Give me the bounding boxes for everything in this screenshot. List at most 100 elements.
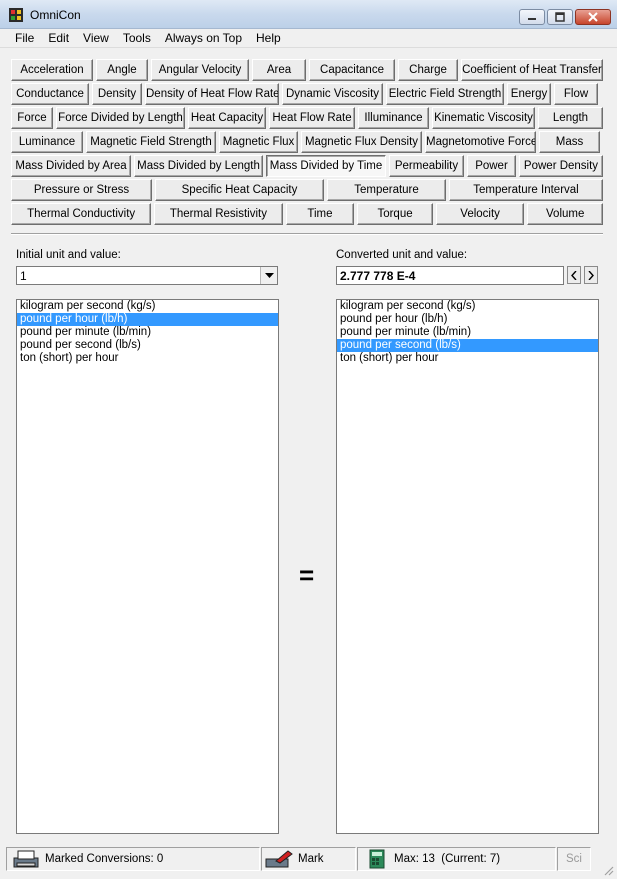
precision-decrease-button[interactable] xyxy=(567,266,581,284)
category-electric-field-button[interactable]: Electric Field Strength xyxy=(386,83,504,105)
mark-label: Mark xyxy=(298,853,324,865)
initial-value-combo[interactable]: 1 xyxy=(16,266,278,285)
category-dynamic-viscosity-button[interactable]: Dynamic Viscosity xyxy=(282,83,383,105)
initial-unit-item[interactable]: pound per minute (lb/min) xyxy=(17,326,278,339)
precision-increase-button[interactable] xyxy=(584,266,598,284)
precision-panel: Max: 13 (Current: 7) xyxy=(357,847,556,871)
app-icon xyxy=(9,8,23,22)
category-angular-velocity-button[interactable]: Angular Velocity xyxy=(151,59,249,81)
initial-unit-list[interactable]: kilogram per second (kg/s) pound per hou… xyxy=(16,299,279,834)
category-length-button[interactable]: Length xyxy=(538,107,603,129)
converted-unit-item[interactable]: pound per minute (lb/min) xyxy=(337,326,598,339)
category-time-button[interactable]: Time xyxy=(285,203,355,225)
category-row: Luminance Magnetic Field Strength Magnet… xyxy=(11,131,603,153)
category-temperature-button[interactable]: Temperature xyxy=(327,179,446,201)
category-heat-flow-rate-button[interactable]: Heat Flow Rate xyxy=(269,107,355,129)
category-row: Conductance Density Density of Heat Flow… xyxy=(11,83,603,105)
category-row: Force Force Divided by Length Heat Capac… xyxy=(11,107,603,129)
converted-unit-list[interactable]: kilogram per second (kg/s) pound per hou… xyxy=(336,299,599,834)
category-acceleration-button[interactable]: Acceleration xyxy=(11,59,93,81)
menu-help[interactable]: Help xyxy=(249,29,288,47)
menu-always-on-top[interactable]: Always on Top xyxy=(158,29,249,47)
status-bar: Marked Conversions: 0 Mark Max: 13 (Curr… xyxy=(0,845,617,879)
category-mass-length-button[interactable]: Mass Divided by Length xyxy=(134,155,263,177)
category-pressure-button[interactable]: Pressure or Stress xyxy=(11,179,152,201)
category-power-button[interactable]: Power xyxy=(467,155,516,177)
combo-dropdown-button[interactable] xyxy=(260,267,277,284)
category-row: Pressure or Stress Specific Heat Capacit… xyxy=(11,179,603,201)
initial-value[interactable]: 1 xyxy=(20,269,27,283)
category-force-length-button[interactable]: Force Divided by Length xyxy=(56,107,185,129)
marked-conversions-panel[interactable]: Marked Conversions: 0 xyxy=(6,847,260,871)
converted-unit-item[interactable]: pound per hour (lb/h) xyxy=(337,313,598,326)
category-magnetic-flux-density-button[interactable]: Magnetic Flux Density xyxy=(301,131,422,153)
category-capacitance-button[interactable]: Capacitance xyxy=(309,59,395,81)
initial-unit-item[interactable]: kilogram per second (kg/s) xyxy=(17,300,278,313)
marker-icon xyxy=(265,850,293,868)
calculator-icon xyxy=(369,849,385,869)
category-volume-button[interactable]: Volume xyxy=(527,203,603,225)
category-thermal-conductivity-button[interactable]: Thermal Conductivity xyxy=(11,203,152,225)
category-mass-time-button[interactable]: Mass Divided by Time xyxy=(266,155,386,177)
category-illuminance-button[interactable]: Illuminance xyxy=(358,107,429,129)
category-charge-button[interactable]: Charge xyxy=(398,59,458,81)
chevron-down-icon xyxy=(264,272,274,278)
resize-grip-icon[interactable] xyxy=(602,864,614,876)
category-velocity-button[interactable]: Velocity xyxy=(435,203,525,225)
minimize-button[interactable] xyxy=(519,9,545,25)
category-conductance-button[interactable]: Conductance xyxy=(11,83,89,105)
category-specific-heat-button[interactable]: Specific Heat Capacity xyxy=(155,179,324,201)
separator xyxy=(11,233,603,235)
category-energy-button[interactable]: Energy xyxy=(507,83,551,105)
converted-value-box[interactable]: 2.777 778 E-4 xyxy=(336,266,564,285)
category-kinematic-viscosity-button[interactable]: Kinematic Viscosity xyxy=(432,107,535,129)
category-luminance-button[interactable]: Luminance xyxy=(11,131,83,153)
category-magnetic-field-button[interactable]: Magnetic Field Strength xyxy=(86,131,216,153)
category-power-density-button[interactable]: Power Density xyxy=(519,155,603,177)
category-torque-button[interactable]: Torque xyxy=(357,203,433,225)
minimize-icon xyxy=(528,18,536,20)
menu-view[interactable]: View xyxy=(76,29,116,47)
category-magnetomotive-force-button[interactable]: Magnetomotive Force xyxy=(425,131,536,153)
category-temperature-interval-button[interactable]: Temperature Interval xyxy=(449,179,603,201)
category-row: Thermal Conductivity Thermal Resistivity… xyxy=(11,203,603,225)
category-heat-capacity-button[interactable]: Heat Capacity xyxy=(188,107,266,129)
close-icon xyxy=(588,12,598,22)
category-thermal-resistivity-button[interactable]: Thermal Resistivity xyxy=(154,203,283,225)
equals-sign: = xyxy=(299,560,315,590)
printer-icon xyxy=(13,850,39,868)
initial-unit-item[interactable]: ton (short) per hour xyxy=(17,352,278,365)
converted-value[interactable]: 2.777 778 E-4 xyxy=(340,269,415,283)
category-density-heat-flow-button[interactable]: Density of Heat Flow Rate xyxy=(145,83,279,105)
window-title: OmniCon xyxy=(30,8,81,22)
category-density-button[interactable]: Density xyxy=(92,83,142,105)
menu-tools[interactable]: Tools xyxy=(116,29,158,47)
category-flow-button[interactable]: Flow xyxy=(554,83,598,105)
marked-conversions-text: Marked Conversions: 0 xyxy=(45,853,164,865)
category-mass-button[interactable]: Mass xyxy=(539,131,600,153)
category-magnetic-flux-button[interactable]: Magnetic Flux xyxy=(219,131,298,153)
maximize-button[interactable] xyxy=(547,9,573,25)
category-mass-area-button[interactable]: Mass Divided by Area xyxy=(11,155,131,177)
menu-edit[interactable]: Edit xyxy=(41,29,76,47)
converted-unit-item[interactable]: ton (short) per hour xyxy=(337,352,598,365)
category-angle-button[interactable]: Angle xyxy=(96,59,148,81)
initial-unit-item[interactable]: pound per second (lb/s) xyxy=(17,339,278,352)
category-area-button[interactable]: Area xyxy=(252,59,306,81)
close-button[interactable] xyxy=(575,9,611,25)
converted-unit-item[interactable]: kilogram per second (kg/s) xyxy=(337,300,598,313)
initial-label: Initial unit and value: xyxy=(16,249,121,261)
sci-toggle[interactable]: Sci xyxy=(557,847,591,871)
category-heat-transfer-button[interactable]: Coefficient of Heat Transfer xyxy=(461,59,603,81)
maximize-icon xyxy=(555,12,565,22)
title-bar: OmniCon xyxy=(0,0,617,29)
initial-unit-item-selected[interactable]: pound per hour (lb/h) xyxy=(17,313,278,326)
category-force-button[interactable]: Force xyxy=(11,107,53,129)
menu-file[interactable]: File xyxy=(8,29,41,47)
menu-bar: File Edit View Tools Always on Top Help xyxy=(0,29,617,48)
precision-text: Max: 13 (Current: 7) xyxy=(394,853,501,865)
converted-unit-item-selected[interactable]: pound per second (lb/s) xyxy=(337,339,598,352)
category-permeability-button[interactable]: Permeability xyxy=(389,155,464,177)
chevron-left-icon xyxy=(571,270,577,280)
mark-button[interactable]: Mark xyxy=(261,847,356,871)
